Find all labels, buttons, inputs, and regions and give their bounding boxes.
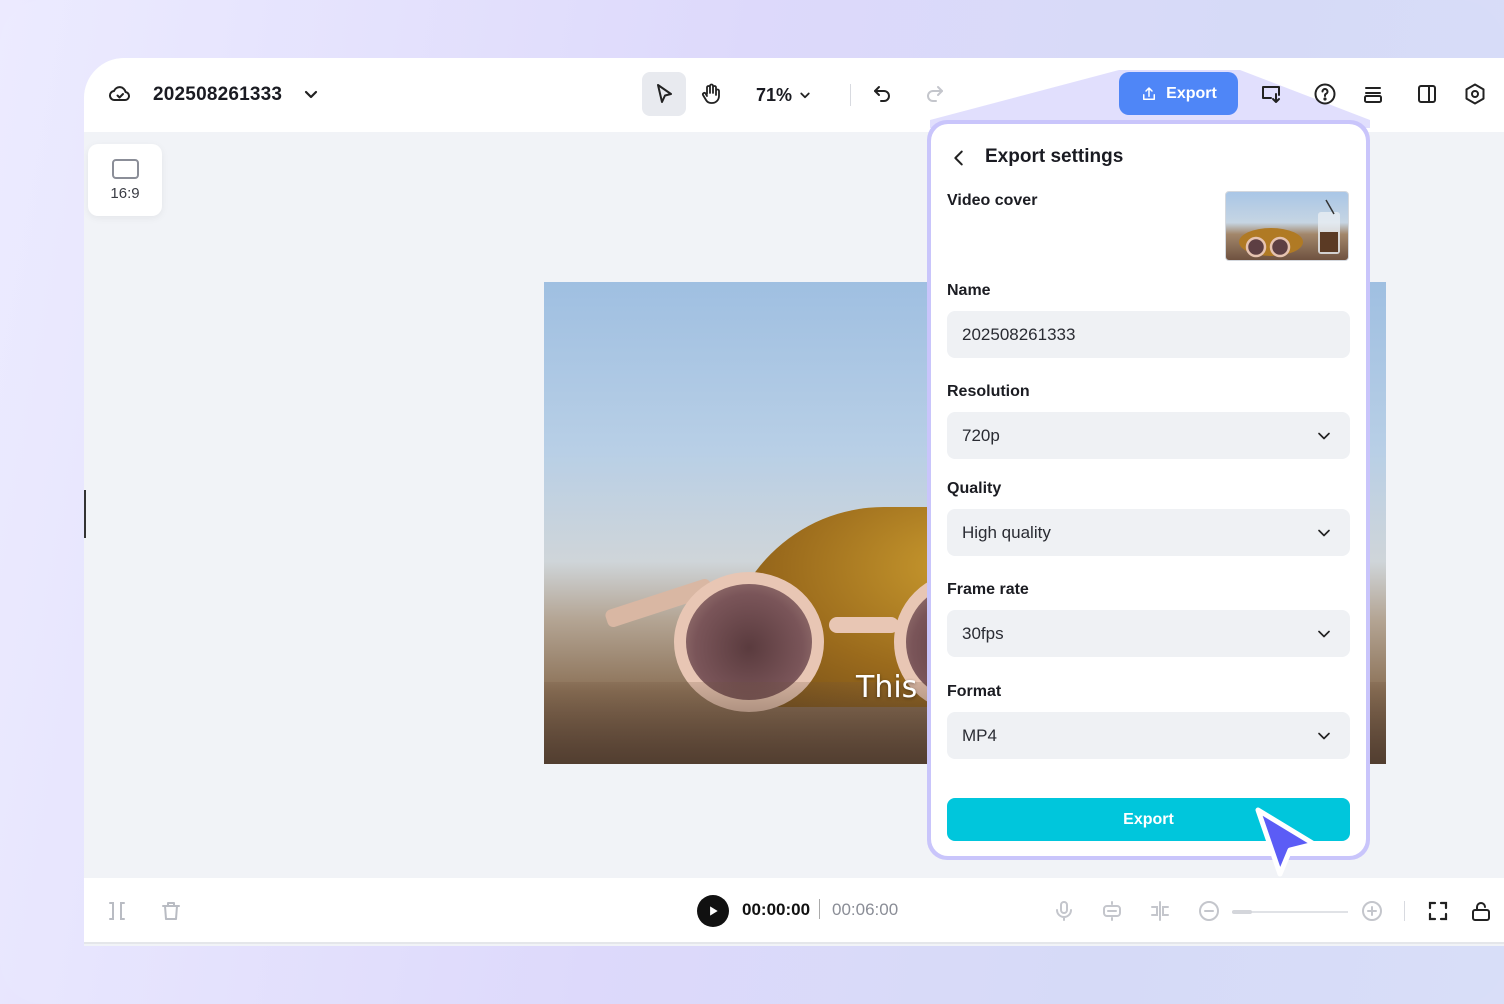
select-pointer-icon <box>657 84 672 103</box>
select-tool-button[interactable] <box>642 72 686 116</box>
upload-icon <box>1143 86 1156 100</box>
frame-rate-label: Frame rate <box>947 581 1029 598</box>
export-top-button[interactable]: Export <box>1119 72 1238 115</box>
name-input[interactable]: 202508261333 <box>947 311 1350 358</box>
total-time: 00:06:00 <box>832 900 899 919</box>
trash-icon[interactable] <box>158 898 184 924</box>
zoom-in-icon[interactable] <box>1359 898 1385 924</box>
cover-image <box>1239 199 1340 258</box>
chevron-down-icon <box>1318 630 1330 637</box>
video-cover-thumbnail[interactable] <box>1225 191 1349 261</box>
format-value: MP4 <box>962 725 997 745</box>
help-icon[interactable] <box>1307 76 1343 112</box>
resolution-label: Resolution <box>947 383 1030 400</box>
export-top-label: Export <box>1166 84 1217 102</box>
timeline-zoom-handle[interactable] <box>1232 910 1252 914</box>
resolution-value: 720p <box>962 425 1000 445</box>
back-button[interactable] <box>947 146 971 170</box>
chevron-down-icon <box>1318 529 1330 536</box>
layers-icon[interactable] <box>1355 76 1391 112</box>
resolution-select[interactable]: 720p <box>947 412 1350 459</box>
play-icon <box>710 906 718 916</box>
panel-layout-icon[interactable] <box>1409 76 1445 112</box>
zoom-out-icon[interactable] <box>1196 898 1222 924</box>
aspect-ratio-icon <box>111 158 139 179</box>
split-clip-icon[interactable] <box>1147 898 1173 924</box>
name-value: 202508261333 <box>962 324 1076 344</box>
auto-caption-icon[interactable] <box>1099 898 1125 924</box>
timeline-toolbar: 00:00:00 00:06:00 <box>84 878 1504 944</box>
chevron-left-icon <box>954 150 963 166</box>
screen-download-icon[interactable] <box>1253 76 1289 112</box>
aspect-ratio-label: 16:9 <box>110 184 140 202</box>
export-settings-panel: Export settings Video cover Name 2025082… <box>931 124 1366 856</box>
chevron-down-icon[interactable] <box>293 76 329 112</box>
time-divider <box>819 899 820 919</box>
quality-select[interactable]: High quality <box>947 509 1350 556</box>
project-name[interactable]: 202508261333 <box>153 80 282 110</box>
undo-icon[interactable] <box>864 76 900 112</box>
background: 202508261333 71% 16:9 This i 00:00:00 00… <box>0 0 1504 1004</box>
microphone-icon[interactable] <box>1051 898 1077 924</box>
zoom-level: 71% <box>756 84 793 105</box>
format-label: Format <box>947 683 1002 700</box>
chevron-down-icon <box>1318 732 1330 739</box>
cloud-icon[interactable] <box>102 76 138 112</box>
split-icon[interactable] <box>104 898 130 924</box>
frame-rate-select[interactable]: 30fps <box>947 610 1350 657</box>
quality-value: High quality <box>962 522 1051 542</box>
format-select[interactable]: MP4 <box>947 712 1350 759</box>
divider <box>1404 901 1405 921</box>
zoom-dropdown[interactable]: 71% <box>756 80 814 110</box>
quality-label: Quality <box>947 480 1002 497</box>
panel-title: Export settings <box>985 146 1124 167</box>
video-cover-label: Video cover <box>947 192 1038 209</box>
mouse-pointer-icon <box>1255 807 1317 877</box>
current-time: 00:00:00 <box>742 900 811 919</box>
glasses-bridge-shape <box>829 617 899 633</box>
lock-icon[interactable] <box>1468 898 1494 924</box>
chevron-down-icon <box>800 92 810 99</box>
name-label: Name <box>947 282 991 299</box>
fullscreen-icon[interactable] <box>1425 898 1451 924</box>
frame-rate-value: 30fps <box>962 623 1004 643</box>
aspect-ratio-button[interactable]: 16:9 <box>88 144 162 216</box>
play-button[interactable] <box>697 895 729 927</box>
video-caption: This i <box>856 670 936 705</box>
chevron-down-icon <box>1318 432 1330 439</box>
divider <box>850 84 851 106</box>
hand-icon[interactable] <box>693 76 729 112</box>
canvas-edge-marker <box>84 490 86 538</box>
settings-icon[interactable] <box>1457 76 1493 112</box>
